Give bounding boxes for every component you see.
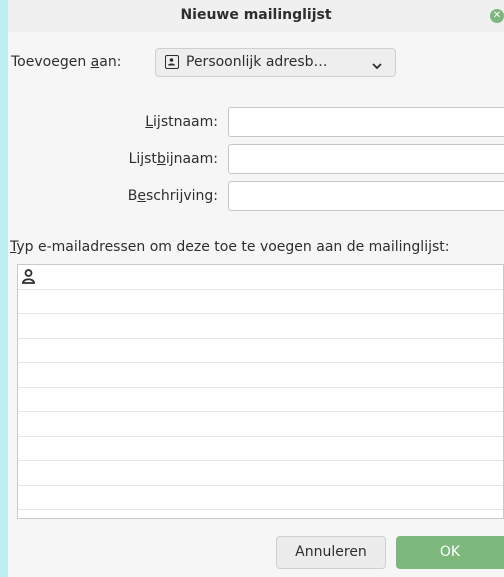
list-item[interactable]	[18, 437, 503, 461]
list-item[interactable]	[18, 314, 503, 339]
title-bar: Nieuwe mailinglijst ✕	[8, 0, 504, 32]
list-item[interactable]	[18, 265, 503, 290]
list-nickname-label: Lijstbijnaam:	[128, 151, 218, 167]
list-name-label: Lijstnaam:	[145, 114, 218, 130]
dialog-title: Nieuwe mailinglijst	[180, 7, 332, 23]
description-label: Beschrijving:	[127, 188, 218, 204]
list-item[interactable]	[18, 339, 503, 363]
addressbook-dropdown[interactable]: Persoonlijk adresb…	[155, 48, 396, 77]
list-name-field[interactable]	[228, 107, 504, 137]
dialog-window: Nieuwe mailinglijst ✕ Toevoegen aan: Per…	[8, 0, 504, 577]
list-item[interactable]	[18, 363, 503, 388]
description-field[interactable]	[228, 181, 504, 211]
list-item[interactable]	[18, 412, 503, 437]
list-item[interactable]	[18, 388, 503, 412]
address-book-icon	[165, 55, 179, 69]
add-to-label: Toevoegen aan:	[11, 54, 122, 70]
ok-button[interactable]: OK	[396, 536, 504, 569]
members-label: Typ e-mailadressen om deze toe te voegen…	[10, 239, 450, 255]
person-icon	[22, 269, 35, 288]
list-nickname-field[interactable]	[228, 144, 504, 174]
cancel-button[interactable]: Annuleren	[276, 536, 386, 569]
addressbook-value: Persoonlijk adresb…	[186, 54, 328, 70]
list-item[interactable]	[18, 290, 503, 314]
chevron-down-icon	[372, 58, 382, 74]
list-item[interactable]	[18, 461, 503, 486]
members-list[interactable]	[17, 264, 504, 519]
list-item[interactable]	[18, 486, 503, 510]
close-icon[interactable]: ✕	[490, 9, 504, 23]
